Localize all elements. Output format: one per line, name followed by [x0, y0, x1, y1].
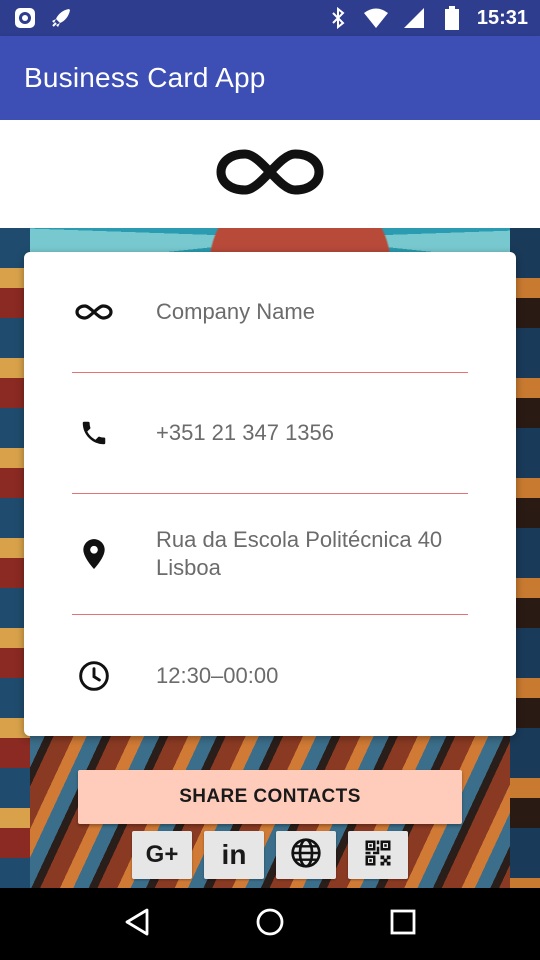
- back-icon: [123, 907, 151, 942]
- recents-button[interactable]: [373, 894, 433, 954]
- google-plus-button[interactable]: G+: [132, 831, 192, 879]
- website-button[interactable]: [276, 831, 336, 879]
- linkedin-icon: in: [221, 839, 247, 870]
- qr-code-button[interactable]: [348, 831, 408, 879]
- company-name-text[interactable]: Company Name: [156, 298, 315, 326]
- clock-icon: [72, 654, 116, 698]
- phone-row: +351 21 347 1356: [72, 373, 468, 494]
- social-buttons: G+ in: [132, 831, 408, 879]
- qr-code-icon: [363, 838, 393, 873]
- recents-icon: [389, 908, 417, 941]
- hours-text: 12:30–00:00: [156, 662, 279, 688]
- status-bar: 15:31: [0, 0, 540, 36]
- app-bar: Business Card App: [0, 36, 540, 120]
- back-button[interactable]: [107, 894, 167, 954]
- status-left: [12, 5, 74, 31]
- address-text[interactable]: Rua da Escola Politécnica 40 Lisboa: [156, 526, 442, 582]
- bluetooth-icon: [325, 5, 351, 31]
- app-title: Business Card App: [24, 62, 266, 93]
- app-notification-icon: [12, 5, 38, 31]
- address-row: Rua da Escola Politécnica 40 Lisboa: [72, 494, 468, 615]
- phone-icon: [72, 411, 116, 455]
- battery-icon: [439, 5, 465, 31]
- rocket-notification-icon: [48, 5, 74, 31]
- infinity-logo-icon: [215, 145, 325, 204]
- infinity-icon: [72, 290, 116, 334]
- cell-signal-icon: [401, 5, 427, 31]
- status-time: 15:31: [476, 6, 528, 29]
- phone-number-text[interactable]: +351 21 347 1356: [156, 419, 334, 447]
- navigation-bar: [0, 888, 540, 960]
- business-card: Company Name +351 21 347 1356 Rua da Esc…: [24, 252, 516, 736]
- home-button[interactable]: [240, 894, 300, 954]
- hours-row: 12:30–00:00: [72, 615, 468, 736]
- linkedin-button[interactable]: in: [204, 831, 264, 879]
- globe-icon: [290, 837, 322, 874]
- share-contacts-button[interactable]: SHARE CONTACTS: [78, 770, 462, 824]
- home-icon: [255, 907, 285, 942]
- google-plus-icon: G+: [145, 841, 179, 868]
- company-row: Company Name: [72, 252, 468, 373]
- wifi-icon: [363, 5, 389, 31]
- status-right: 15:31: [325, 5, 528, 31]
- location-pin-icon: [72, 532, 116, 576]
- logo-header: [0, 120, 540, 228]
